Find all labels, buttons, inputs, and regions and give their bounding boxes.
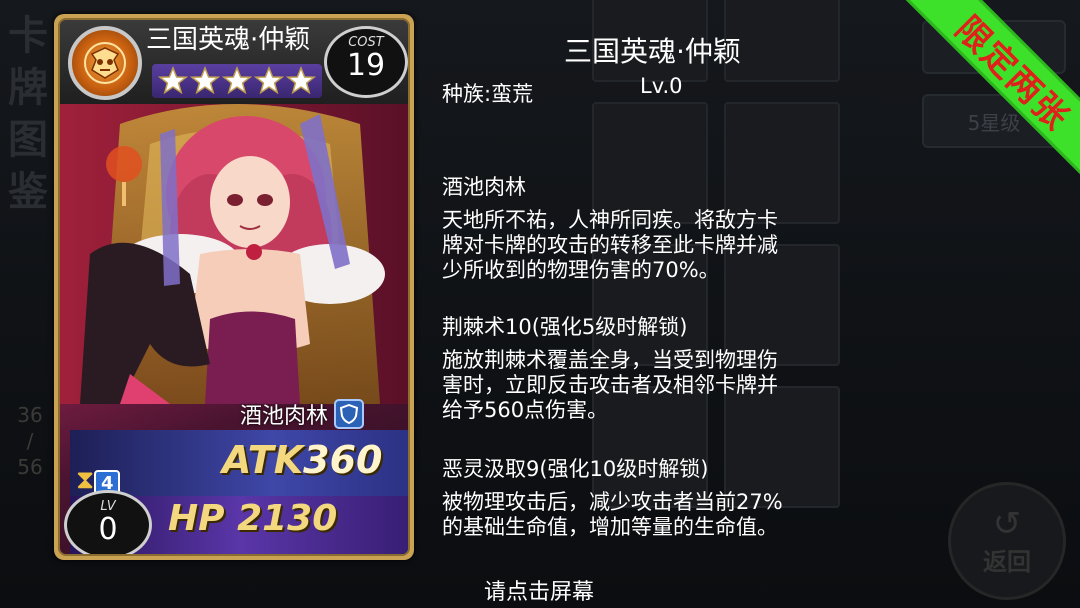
card-skill-tag-label: 酒池肉林 — [240, 404, 329, 429]
card-artwork — [60, 104, 408, 404]
grid-card[interactable] — [724, 0, 840, 82]
page-separator: / — [26, 429, 34, 453]
level-value: 0 — [98, 512, 118, 547]
shield-icon — [334, 399, 365, 429]
star-icon — [158, 66, 188, 95]
faction-badge-icon — [68, 26, 142, 100]
atk-value: 360 — [303, 438, 383, 482]
skill-block: 荆棘术10(强化5级时解锁) 施放荆棘术覆盖全身，当受到物理伤 害时，立即反击攻… — [442, 312, 834, 423]
page-current: 36 — [17, 403, 43, 427]
star-icon — [254, 66, 284, 95]
skill-desc-line: 的基础生命值，增加等量的生命值。 — [442, 515, 778, 539]
star-icon — [286, 66, 316, 95]
page-indicator: 36 / 56 — [12, 402, 48, 480]
gallery-title-char: 鉴 — [8, 168, 48, 215]
skill-desc-line: 给予560点伤害。 — [442, 398, 609, 422]
cost-value: 19 — [346, 48, 386, 83]
skill-desc-line: 天地所不祐，人神所同疾。将敌方卡 — [442, 208, 778, 232]
hp-label: HP — [168, 498, 225, 539]
tap-screen-hint[interactable]: 请点击屏幕 — [484, 574, 594, 606]
gallery-title-char: 图 — [8, 116, 48, 163]
skill-name: 恶灵汲取9(强化10级时解锁) — [442, 457, 709, 481]
skill-desc-line: 少所收到的物理伤害的70%。 — [442, 258, 720, 282]
gallery-title-char: 卡 — [8, 12, 48, 59]
return-arrow-icon: ↺ — [992, 503, 1022, 544]
skill-block: 酒池肉林 天地所不祐，人神所同疾。将敌方卡 牌对卡牌的攻击的转移至此卡牌并减 少… — [442, 172, 834, 283]
info-level: Lv.0 — [640, 74, 683, 98]
hp-stat: HP 2130 — [168, 498, 337, 539]
limited-ribbon: 限定两张 — [890, 0, 1080, 190]
limited-ribbon-text: 限定两张 — [893, 0, 1080, 190]
skill-desc-line: 被物理攻击后，减少攻击者当前27% — [442, 490, 783, 514]
skill-name: 酒池肉林 — [442, 175, 526, 199]
skill-desc-line: 害时，立即反击攻击者及相邻卡牌并 — [442, 373, 778, 397]
hero-card[interactable]: 三国英魂·仲颖 COST 19 酒池肉林 ATK360 ⧗ 4 HP 2130 — [54, 14, 414, 560]
return-button[interactable]: ↺ 返回 — [948, 482, 1066, 600]
info-race: 种族:蛮荒 — [442, 82, 534, 106]
skill-desc: 天地所不祐，人神所同疾。将敌方卡 牌对卡牌的攻击的转移至此卡牌并减 少所收到的物… — [442, 208, 834, 283]
skill-desc: 施放荆棘术覆盖全身，当受到物理伤 害时，立即反击攻击者及相邻卡牌并 给予560点… — [442, 348, 834, 423]
star-icon — [222, 66, 252, 95]
skill-desc-line: 牌对卡牌的攻击的转移至此卡牌并减 — [442, 233, 778, 257]
atk-stat: ATK360 — [222, 438, 382, 482]
star-icon — [190, 66, 220, 95]
skill-name: 荆棘术10(强化5级时解锁) — [442, 315, 688, 339]
atk-label: ATK — [222, 438, 304, 482]
page-total: 56 — [17, 455, 43, 479]
cost-indicator: COST 19 — [324, 26, 408, 98]
level-indicator: LV 0 — [64, 490, 152, 554]
card-skill-tag: 酒池肉林 — [240, 398, 365, 430]
gallery-title: 卡 牌 图 鉴 — [4, 10, 52, 218]
info-title: 三国英魂·仲颖 — [564, 35, 741, 68]
card-name: 三国英魂·仲颖 — [146, 25, 311, 55]
hp-value: 2130 — [237, 498, 338, 539]
skill-desc: 被物理攻击后，减少攻击者当前27% 的基础生命值，增加等量的生命值。 — [442, 490, 834, 540]
hero-card-face: 三国英魂·仲颖 COST 19 酒池肉林 ATK360 ⧗ 4 HP 2130 — [58, 18, 410, 556]
star-rating — [152, 64, 322, 98]
skill-desc-line: 施放荆棘术覆盖全身，当受到物理伤 — [442, 348, 778, 372]
skill-block: 恶灵汲取9(强化10级时解锁) 被物理攻击后，减少攻击者当前27% 的基础生命值… — [442, 454, 834, 540]
gallery-title-char: 牌 — [8, 64, 48, 111]
skull-emblem-icon — [84, 42, 126, 84]
return-label: 返回 — [983, 547, 1031, 576]
shield-glyph-icon — [340, 404, 359, 424]
